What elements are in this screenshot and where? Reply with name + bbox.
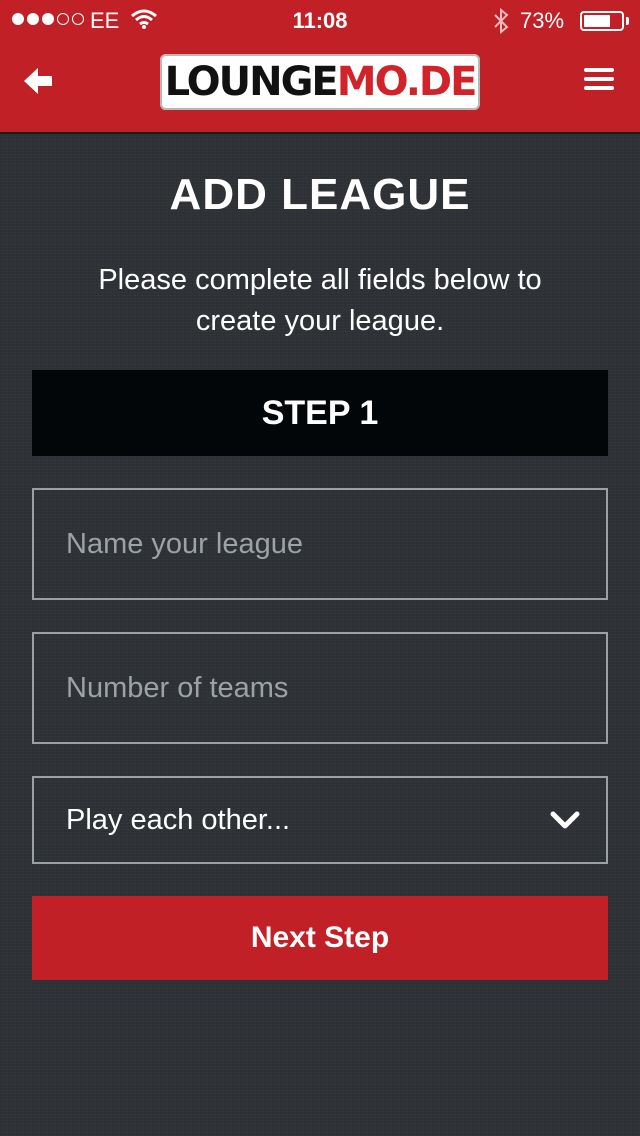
battery-tip: [626, 17, 629, 25]
league-name-input[interactable]: [32, 488, 608, 600]
select-value: Play each other...: [66, 803, 291, 836]
battery-fill: [584, 15, 610, 27]
next-step-button[interactable]: Next Step: [32, 896, 608, 980]
battery-icon: [580, 11, 624, 31]
page-title: ADD LEAGUE: [169, 170, 471, 219]
battery-percentage: 73%: [520, 8, 565, 33]
logo-text-lounge: LOUNGE: [164, 59, 339, 105]
play-each-other-select[interactable]: Play each other...: [32, 776, 608, 864]
menu-button[interactable]: [584, 68, 618, 94]
step-indicator: STEP 1: [32, 370, 608, 456]
logo-text-mode: MO.DE: [336, 59, 478, 105]
arrow-left-icon: [24, 68, 52, 94]
hamburger-icon: [584, 68, 618, 90]
number-of-teams-input[interactable]: [32, 632, 608, 744]
chevron-down-icon: [550, 811, 580, 829]
loungemode-logo[interactable]: LOUNGEMO.DE: [160, 54, 480, 110]
app-header: EE 11:08 73% LOUNGEMO.DE: [0, 0, 640, 134]
status-bar: EE 11:08 73%: [0, 0, 640, 40]
back-button[interactable]: [20, 62, 60, 100]
bluetooth-icon: [494, 8, 509, 34]
page-subtitle: Please complete all fields below to crea…: [98, 264, 542, 337]
